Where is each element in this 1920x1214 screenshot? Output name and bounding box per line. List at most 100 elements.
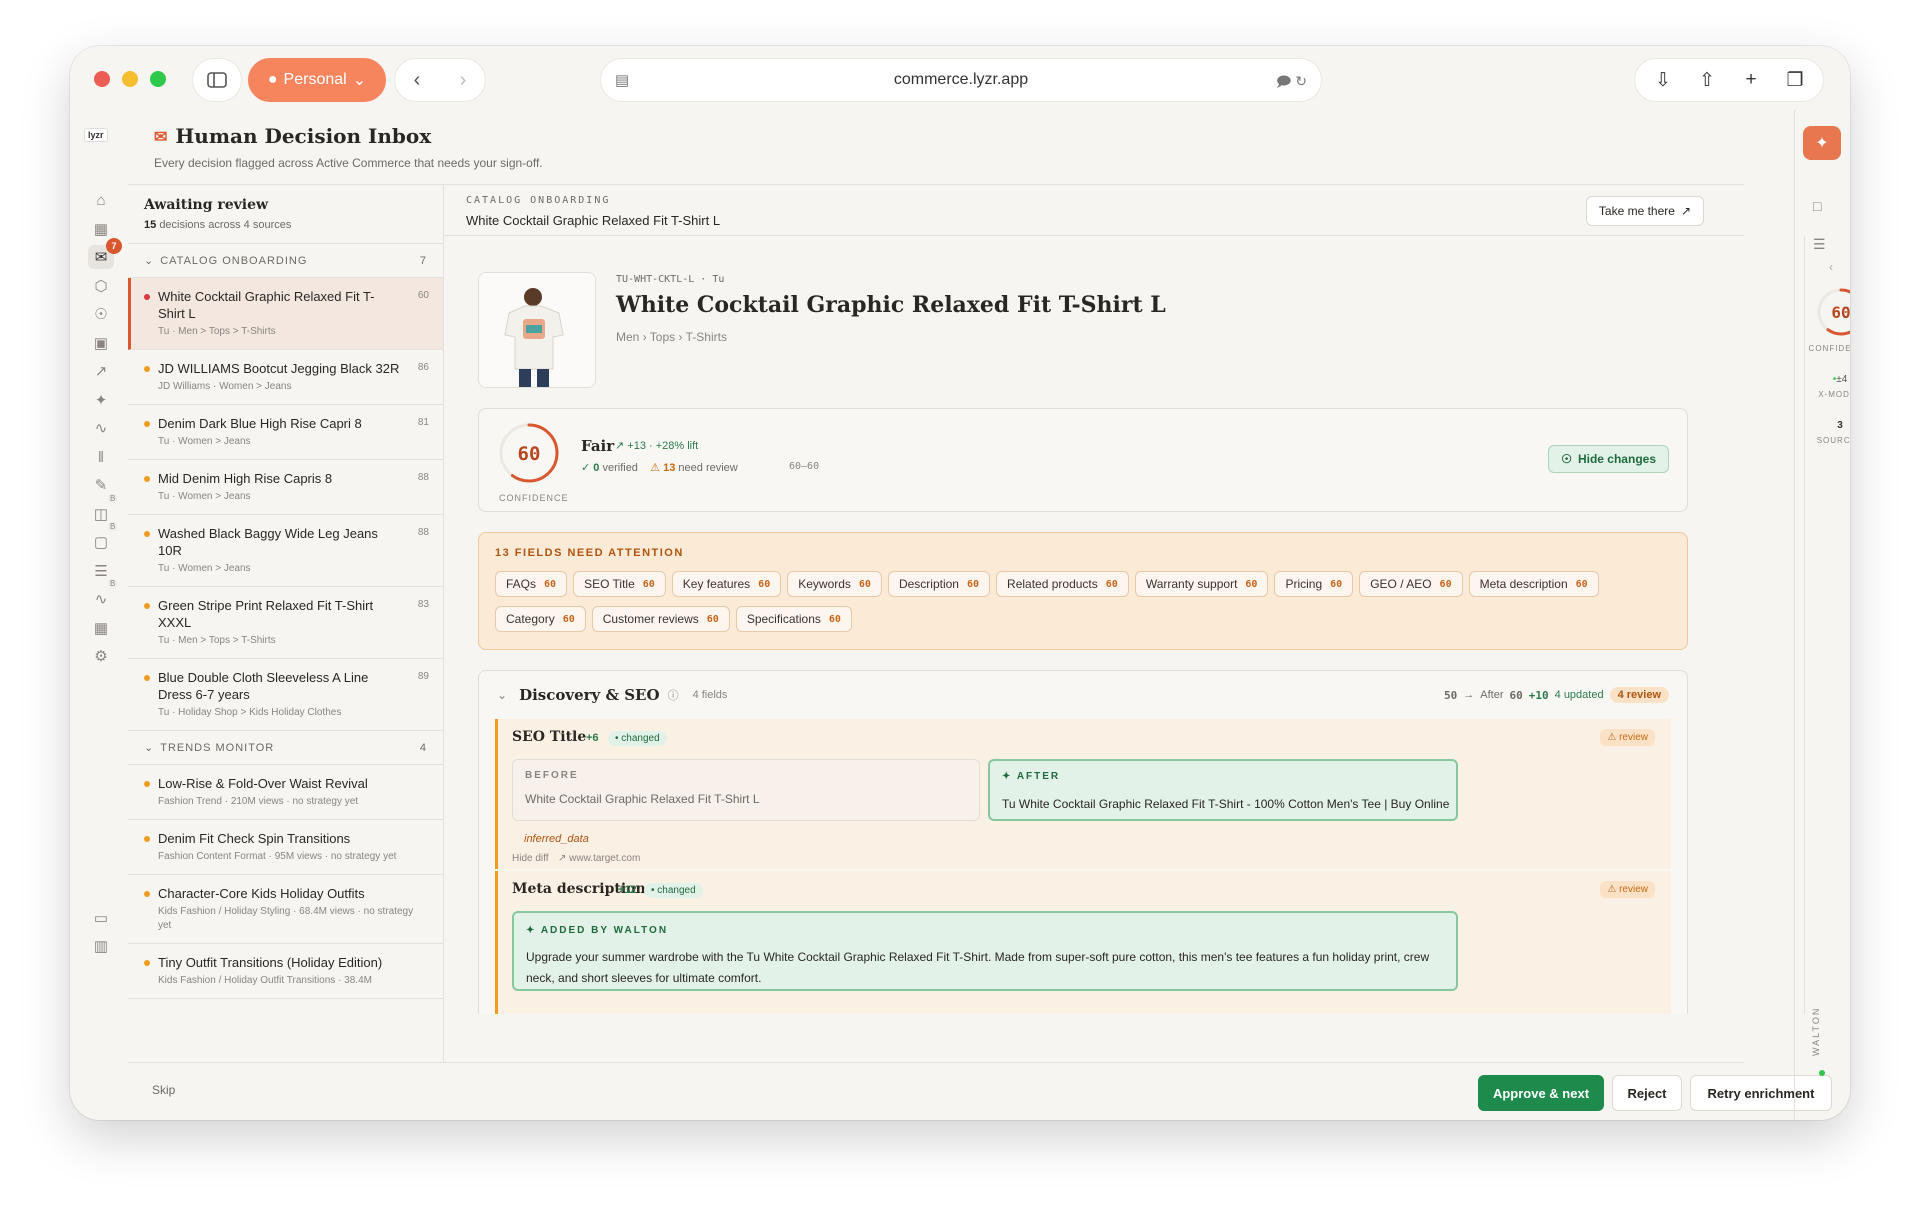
queue-item-name: White Cocktail Graphic Relaxed Fit T-Shi… xyxy=(158,289,375,321)
queue-item[interactable]: Blue Double Cloth Sleeveless A Line Dres… xyxy=(128,659,443,731)
skip-button[interactable]: Skip xyxy=(152,1083,175,1097)
page-header: ✉ Human Decision Inbox Every decision fl… xyxy=(154,124,543,170)
attention-chip[interactable]: SEO Title 60 xyxy=(573,571,666,597)
hide-diff-link[interactable]: Hide diff xyxy=(512,853,549,864)
comment-icon[interactable]: □ xyxy=(1813,198,1821,214)
section-header[interactable]: ⌄ Discovery & SEO ⓘ 4 fields 50 → After … xyxy=(479,671,1687,719)
context-title: White Cocktail Graphic Relaxed Fit T-Shi… xyxy=(466,213,721,228)
chip-score: 60 xyxy=(544,578,557,590)
attention-chip[interactable]: Keywords 60 xyxy=(787,571,882,597)
queue-item-name: Green Stripe Print Relaxed Fit T-Shirt X… xyxy=(158,598,374,630)
queue-summary: 15 decisions across 4 sources xyxy=(144,219,427,231)
tabs-overview-icon[interactable]: ❐ xyxy=(1773,69,1817,92)
attention-chip[interactable]: Meta description 60 xyxy=(1468,571,1599,597)
attention-chip[interactable]: Specifications 60 xyxy=(735,606,852,632)
review-badge[interactable]: ⚠ review xyxy=(1600,729,1655,746)
attention-chip[interactable]: Customer reviews 60 xyxy=(591,606,730,632)
close-window-button[interactable] xyxy=(94,71,110,87)
attention-chip[interactable]: GEO / AEO 60 xyxy=(1359,571,1463,597)
attention-chip[interactable]: Related products 60 xyxy=(996,571,1129,597)
status-dot-icon xyxy=(144,675,150,681)
info-icon[interactable]: ⓘ xyxy=(668,687,679,703)
building-icon[interactable]: ▥ xyxy=(88,934,114,958)
new-tab-icon[interactable]: + xyxy=(1729,69,1773,91)
source-link[interactable]: ↗ www.target.com xyxy=(558,853,640,864)
queue-item[interactable]: Mid Denim High Rise Capris 8 Tu · Women >… xyxy=(128,460,443,515)
breadcrumb-item[interactable]: Tops xyxy=(650,330,675,344)
hide-changes-button[interactable]: ☉ Hide changes xyxy=(1548,445,1669,473)
queue-item[interactable]: Washed Black Baggy Wide Leg Jeans 10R Tu … xyxy=(128,515,443,587)
before-label: BEFORE xyxy=(525,770,579,781)
browser-toolbar: ● Personal ⌄ ‹ › ▤ commerce.lyzr.app 🗩 ↻… xyxy=(70,46,1850,110)
eye-icon: ☉ xyxy=(1561,452,1572,466)
activity-icon[interactable]: ∿ xyxy=(88,416,114,440)
ai-assistant-button[interactable]: ✦ xyxy=(1803,126,1841,160)
page-title-text: Human Decision Inbox xyxy=(175,124,432,148)
discovery-seo-section: ⌄ Discovery & SEO ⓘ 4 fields 50 → After … xyxy=(478,670,1688,1014)
chevron-down-icon[interactable]: ⌄ xyxy=(497,688,507,702)
share-icon[interactable]: ⇧ xyxy=(1685,69,1729,92)
tasks-icon[interactable]: ☰ xyxy=(1813,236,1826,253)
queue-item[interactable]: Low-Rise & Fold-Over Waist Revival Fashio… xyxy=(128,765,443,820)
attention-chip[interactable]: Key features 60 xyxy=(671,571,782,597)
pulse-icon[interactable]: ∿ xyxy=(88,587,114,611)
tshirt-model-image xyxy=(479,273,595,387)
after-heading: ✦ AFTER xyxy=(1002,771,1060,782)
queue-item[interactable]: Denim Dark Blue High Rise Capri 8 Tu · Wo… xyxy=(128,405,443,460)
profile-button[interactable]: ● Personal ⌄ xyxy=(248,58,386,102)
breadcrumb-item[interactable]: Men xyxy=(616,330,639,344)
added-value: Upgrade your summer wardrobe with the Tu… xyxy=(526,950,1430,985)
page-menu-icon[interactable]: ▤ xyxy=(615,71,629,89)
address-bar[interactable]: ▤ commerce.lyzr.app 🗩 ↻ xyxy=(600,58,1322,102)
home-icon[interactable]: ⌂ xyxy=(88,188,114,212)
review-badge[interactable]: ⚠ review xyxy=(1600,881,1655,898)
presentation-icon[interactable]: ▭ xyxy=(88,906,114,930)
queue-item[interactable]: White Cocktail Graphic Relaxed Fit T-Shi… xyxy=(128,278,443,350)
back-button[interactable]: ‹ xyxy=(397,69,437,92)
queue-item[interactable]: Denim Fit Check Spin Transitions Fashion … xyxy=(128,820,443,875)
section-count: 4 xyxy=(419,741,427,754)
catalog-icon[interactable]: ⬡ xyxy=(88,274,114,298)
detail-scroll-area[interactable]: TU-WHT-CKTL-L · Tu White Cocktail Graphi… xyxy=(444,236,1744,1014)
product-title: White Cocktail Graphic Relaxed Fit T-Shi… xyxy=(616,292,1166,318)
queue-item[interactable]: Character-Core Kids Holiday Outfits Kids … xyxy=(128,875,443,944)
download-icon[interactable]: ⇩ xyxy=(1641,69,1685,92)
queue-item[interactable]: JD WILLIAMS Bootcut Jegging Black 32R JD … xyxy=(128,350,443,405)
settings-icon[interactable]: ⚙ xyxy=(88,644,114,668)
added-value-box[interactable]: ✦ ADDED BY WALTON Upgrade your summer wa… xyxy=(512,911,1458,991)
reload-icon[interactable]: 🗩 ↻ xyxy=(1276,71,1307,95)
minimize-window-button[interactable] xyxy=(122,71,138,87)
approve-next-button[interactable]: Approve & next xyxy=(1478,1075,1604,1111)
queue-item[interactable]: Green Stripe Print Relaxed Fit T-Shirt X… xyxy=(128,587,443,659)
attention-chip[interactable]: Pricing 60 xyxy=(1274,571,1354,597)
breadcrumb-item[interactable]: T-Shirts xyxy=(686,330,727,344)
verified-label: verified xyxy=(602,462,638,474)
queue-item-name: Character-Core Kids Holiday Outfits xyxy=(158,886,365,901)
attention-chip[interactable]: Category 60 xyxy=(495,606,586,632)
queue-section-header[interactable]: ⌄ CATALOG ONBOARDING 7 xyxy=(128,244,443,278)
reject-button[interactable]: Reject xyxy=(1612,1075,1682,1111)
apps-icon[interactable]: ▦ xyxy=(88,616,114,640)
maximize-window-button[interactable] xyxy=(150,71,166,87)
trend-icon[interactable]: ↗ xyxy=(88,359,114,383)
chip-label: Description xyxy=(898,577,959,591)
chip-label: FAQs xyxy=(506,577,537,591)
sparkle-icon[interactable]: ✦ xyxy=(88,388,114,412)
status-dot-icon xyxy=(144,603,150,609)
forward-button[interactable]: › xyxy=(443,69,483,92)
queue-section-header[interactable]: ⌄ TRENDS MONITOR 4 xyxy=(128,731,443,765)
sidebar-toggle-button[interactable] xyxy=(192,58,242,102)
attention-chip[interactable]: Description 60 xyxy=(887,571,991,597)
after-label: After xyxy=(1480,689,1504,701)
take-me-there-button[interactable]: Take me there ↗ xyxy=(1585,196,1704,226)
status-dot-icon xyxy=(144,531,150,537)
attention-chip[interactable]: FAQs 60 xyxy=(495,571,568,597)
bag-icon[interactable]: ▣ xyxy=(88,331,114,355)
eye-icon[interactable]: ☉ xyxy=(88,302,114,326)
attention-chip[interactable]: Warranty support 60 xyxy=(1134,571,1269,597)
queue-item[interactable]: Tiny Outfit Transitions (Holiday Edition… xyxy=(128,944,443,999)
dashboard-icon[interactable]: ▦ xyxy=(88,217,114,241)
after-value-box[interactable]: ✦ AFTER Tu White Cocktail Graphic Relaxe… xyxy=(988,759,1458,821)
library-icon[interactable]: ‖ xyxy=(88,445,114,469)
store-icon[interactable]: ▢ xyxy=(88,530,114,554)
